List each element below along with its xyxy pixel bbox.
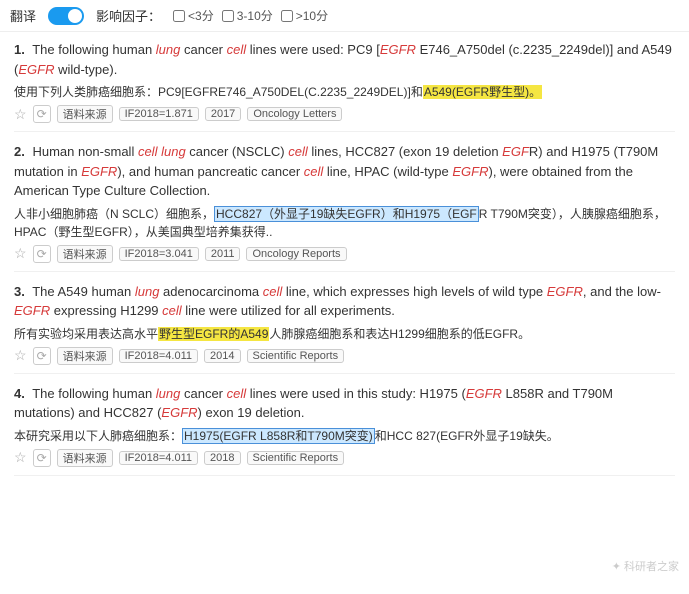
tag-if-3: IF2018=4.011 [119,349,198,363]
result-4-en: 4. The following human lung cancer cell … [14,384,675,423]
top-bar: 翻译 影响因子： <3分 3-10分 >10分 [0,0,689,32]
highlight-3: 野生型EGFR的A549 [158,327,269,341]
filter-gt10-checkbox[interactable] [281,10,293,22]
refresh-2[interactable]: ⟳ [33,245,51,263]
filter-group: <3分 3-10分 >10分 [173,7,328,24]
result-1-zh: 使用下列人类肺癌细胞系：PC9[EGFRE746_A750DEL(C.2235_… [14,83,675,101]
star-3[interactable]: ☆ [14,347,27,364]
result-2-zh: 人非小细胞肺癌（N SCLC）细胞系，HCC827（外显子19缺失EGFR）和H… [14,205,675,241]
tag-source-1: 语料来源 [57,105,113,123]
result-3-meta: ☆ ⟳ 语料来源 IF2018=4.011 2014 Scientific Re… [14,347,675,365]
refresh-4[interactable]: ⟳ [33,449,51,467]
tag-journal-4: Scientific Reports [247,451,345,465]
filter-gt10-label: >10分 [296,7,328,24]
result-item-1: 1. The following human lung cancer cell … [14,40,675,132]
refresh-3[interactable]: ⟳ [33,347,51,365]
result-item-2: 2. Human non-small cell lung cancer (NSC… [14,142,675,272]
result-3-zh: 所有实验均采用表达高水平野生型EGFR的A549人肺腺癌细胞系和表达H1299细… [14,325,675,343]
filter-3to10-checkbox[interactable] [222,10,234,22]
translate-toggle[interactable] [48,7,84,25]
tag-year-1: 2017 [205,107,241,121]
tag-year-3: 2014 [204,349,240,363]
watermark: ✦ 科研者之家 [612,558,679,574]
result-4-number: 4. [14,386,25,401]
tag-source-3: 语料来源 [57,347,113,365]
result-3-number: 3. [14,284,25,299]
tag-journal-1: Oncology Letters [247,107,342,121]
translate-label: 翻译 [10,6,36,25]
filter-lt3[interactable]: <3分 [173,7,214,24]
tag-if-4: IF2018=4.011 [119,451,198,465]
star-4[interactable]: ☆ [14,449,27,466]
filter-lt3-checkbox[interactable] [173,10,185,22]
tag-journal-2: Oncology Reports [246,247,346,261]
filter-lt3-label: <3分 [188,7,214,24]
result-2-meta: ☆ ⟳ 语料来源 IF2018=3.041 2011 Oncology Repo… [14,245,675,263]
highlight-1: A549(EGFR野生型)。 [423,85,542,99]
refresh-1[interactable]: ⟳ [33,105,51,123]
tag-journal-3: Scientific Reports [247,349,345,363]
result-2-en: 2. Human non-small cell lung cancer (NSC… [14,142,675,201]
tag-if-1: IF2018=1.871 [119,107,199,121]
tag-source-4: 语料来源 [57,449,113,467]
filter-3to10-label: 3-10分 [237,7,273,24]
results-container: 1. The following human lung cancer cell … [0,32,689,494]
star-2[interactable]: ☆ [14,245,27,262]
tag-year-4: 2018 [204,451,240,465]
star-1[interactable]: ☆ [14,106,27,123]
filter-gt10[interactable]: >10分 [281,7,328,24]
impact-label: 影响因子： [96,6,161,25]
result-4-zh: 本研究采用以下人肺癌细胞系：H1975(EGFR L858R和T790M突变)和… [14,427,675,445]
toggle-knob [68,9,82,23]
result-1-number: 1. [14,42,25,57]
result-3-en: 3. The A549 human lung adenocarcinoma ce… [14,282,675,321]
highlight-2: HCC827（外显子19缺失EGFR）和H1975（EGF [214,206,479,222]
result-1-meta: ☆ ⟳ 语料来源 IF2018=1.871 2017 Oncology Lett… [14,105,675,123]
tag-source-2: 语料来源 [57,245,113,263]
result-1-en: 1. The following human lung cancer cell … [14,40,675,79]
tag-if-2: IF2018=3.041 [119,247,199,261]
result-item-4: 4. The following human lung cancer cell … [14,384,675,476]
result-item-3: 3. The A549 human lung adenocarcinoma ce… [14,282,675,374]
tag-year-2: 2011 [205,247,241,261]
highlight-4: H1975(EGFR L858R和T790M突变) [182,428,375,444]
filter-3to10[interactable]: 3-10分 [222,7,273,24]
result-4-meta: ☆ ⟳ 语料来源 IF2018=4.011 2018 Scientific Re… [14,449,675,467]
result-2-number: 2. [14,144,25,159]
